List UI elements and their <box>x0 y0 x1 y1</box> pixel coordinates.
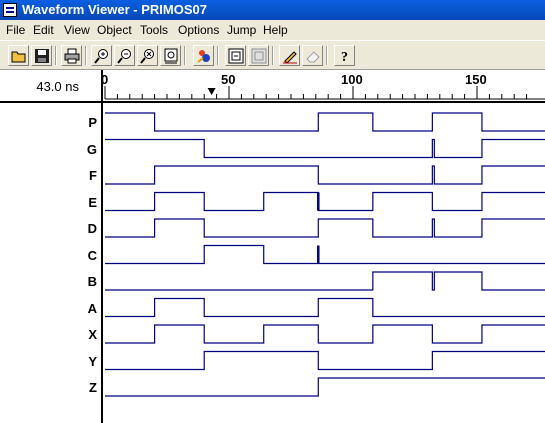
signal-name-b[interactable]: B <box>0 275 97 289</box>
signal-name-e[interactable]: E <box>0 195 97 210</box>
grid-on-button[interactable] <box>225 45 246 66</box>
help-button[interactable]: ? <box>334 45 355 66</box>
run-button[interactable] <box>193 45 214 66</box>
signal-name-z[interactable]: Z <box>0 381 97 395</box>
toolbar-separator <box>85 46 87 65</box>
cursor-time-box: 43.0 ns <box>0 70 101 103</box>
menu-tools[interactable]: Tools <box>140 23 168 37</box>
run-icon <box>197 50 210 63</box>
waveform-d[interactable] <box>105 218 545 238</box>
zoom-in-icon <box>94 49 108 64</box>
signal-name-c[interactable]: C <box>0 248 97 263</box>
zoom-fit-button[interactable] <box>137 45 158 66</box>
pencil-button[interactable] <box>279 45 300 66</box>
signal-names-panel: 43.0 ns PGFEDCBAXYZ <box>0 70 103 423</box>
ruler-tick-label: 50 <box>221 72 236 87</box>
waveform-a[interactable] <box>105 297 545 318</box>
print-icon <box>64 48 80 64</box>
toolbar-separator <box>272 46 274 65</box>
menu-object[interactable]: Object <box>97 23 132 37</box>
waveform-x[interactable] <box>105 324 545 344</box>
toolbar-separator <box>326 46 328 65</box>
zoom-full-button[interactable] <box>160 45 181 66</box>
save-icon <box>35 49 49 63</box>
grid-off-button[interactable] <box>248 45 269 66</box>
svg-text:?: ? <box>341 50 348 64</box>
zoom-fit-icon <box>140 49 154 64</box>
signal-name-p[interactable]: P <box>0 116 97 130</box>
ruler-tick-label: 150 <box>465 72 487 87</box>
menu-jump[interactable]: Jump <box>227 23 256 37</box>
signal-name-f[interactable]: F <box>0 169 97 183</box>
open-button[interactable] <box>8 45 29 66</box>
ruler-tick-label: 0 <box>101 72 109 87</box>
menu-help[interactable]: Help <box>263 23 288 37</box>
waveform-g[interactable] <box>105 138 545 159</box>
save-button[interactable] <box>31 45 52 66</box>
toolbar-separator <box>184 46 186 65</box>
signal-name-a[interactable]: A <box>0 301 97 316</box>
zoom-full-icon <box>164 48 178 64</box>
time-ruler[interactable]: 0 50 100 150 <box>101 70 545 103</box>
ruler-tick-label: 100 <box>341 72 363 87</box>
signal-name-x[interactable]: X <box>0 328 97 342</box>
waveform-p[interactable] <box>105 112 545 132</box>
signal-name-d[interactable]: D <box>0 222 97 236</box>
help-icon: ? <box>341 50 348 64</box>
menu-options[interactable]: Options <box>178 23 219 37</box>
zoom-out-button[interactable] <box>114 45 135 66</box>
waveform-f[interactable] <box>105 165 545 185</box>
pencil-icon <box>283 51 297 64</box>
title-bar: Waveform Viewer - PRIMOS07 <box>0 0 545 20</box>
waveform-panel[interactable]: 0 50 100 150 <box>101 70 545 423</box>
cursor-time-readout: 43.0 ns <box>36 79 79 94</box>
grid-on-icon <box>228 48 244 64</box>
eraser-button[interactable] <box>302 45 323 66</box>
waveform-area[interactable] <box>103 103 545 423</box>
zoom-out-icon <box>117 49 131 64</box>
window-title: Waveform Viewer - PRIMOS07 <box>22 2 207 17</box>
toolbar: ? <box>0 40 545 70</box>
grid-off-icon <box>251 48 267 64</box>
toolbar-separator <box>217 46 219 65</box>
print-button[interactable] <box>61 45 82 66</box>
time-cursor-marker[interactable] <box>207 88 216 95</box>
waveform-e[interactable] <box>105 191 545 212</box>
zoom-in-button[interactable] <box>91 45 112 66</box>
menu-edit[interactable]: Edit <box>33 23 54 37</box>
waveform-c[interactable] <box>105 244 545 265</box>
app-icon <box>3 3 17 17</box>
open-icon <box>11 51 26 63</box>
eraser-icon <box>306 51 320 63</box>
menu-bar: File Edit View Object Tools Options Jump… <box>0 20 545 40</box>
toolbar-separator <box>55 46 57 65</box>
menu-file[interactable]: File <box>6 23 25 37</box>
signal-name-y[interactable]: Y <box>0 354 97 369</box>
signal-name-g[interactable]: G <box>0 142 97 157</box>
menu-view[interactable]: View <box>64 23 90 37</box>
waveform-b[interactable] <box>105 271 545 291</box>
waveform-z[interactable] <box>105 377 545 397</box>
waveform-y[interactable] <box>105 350 545 371</box>
